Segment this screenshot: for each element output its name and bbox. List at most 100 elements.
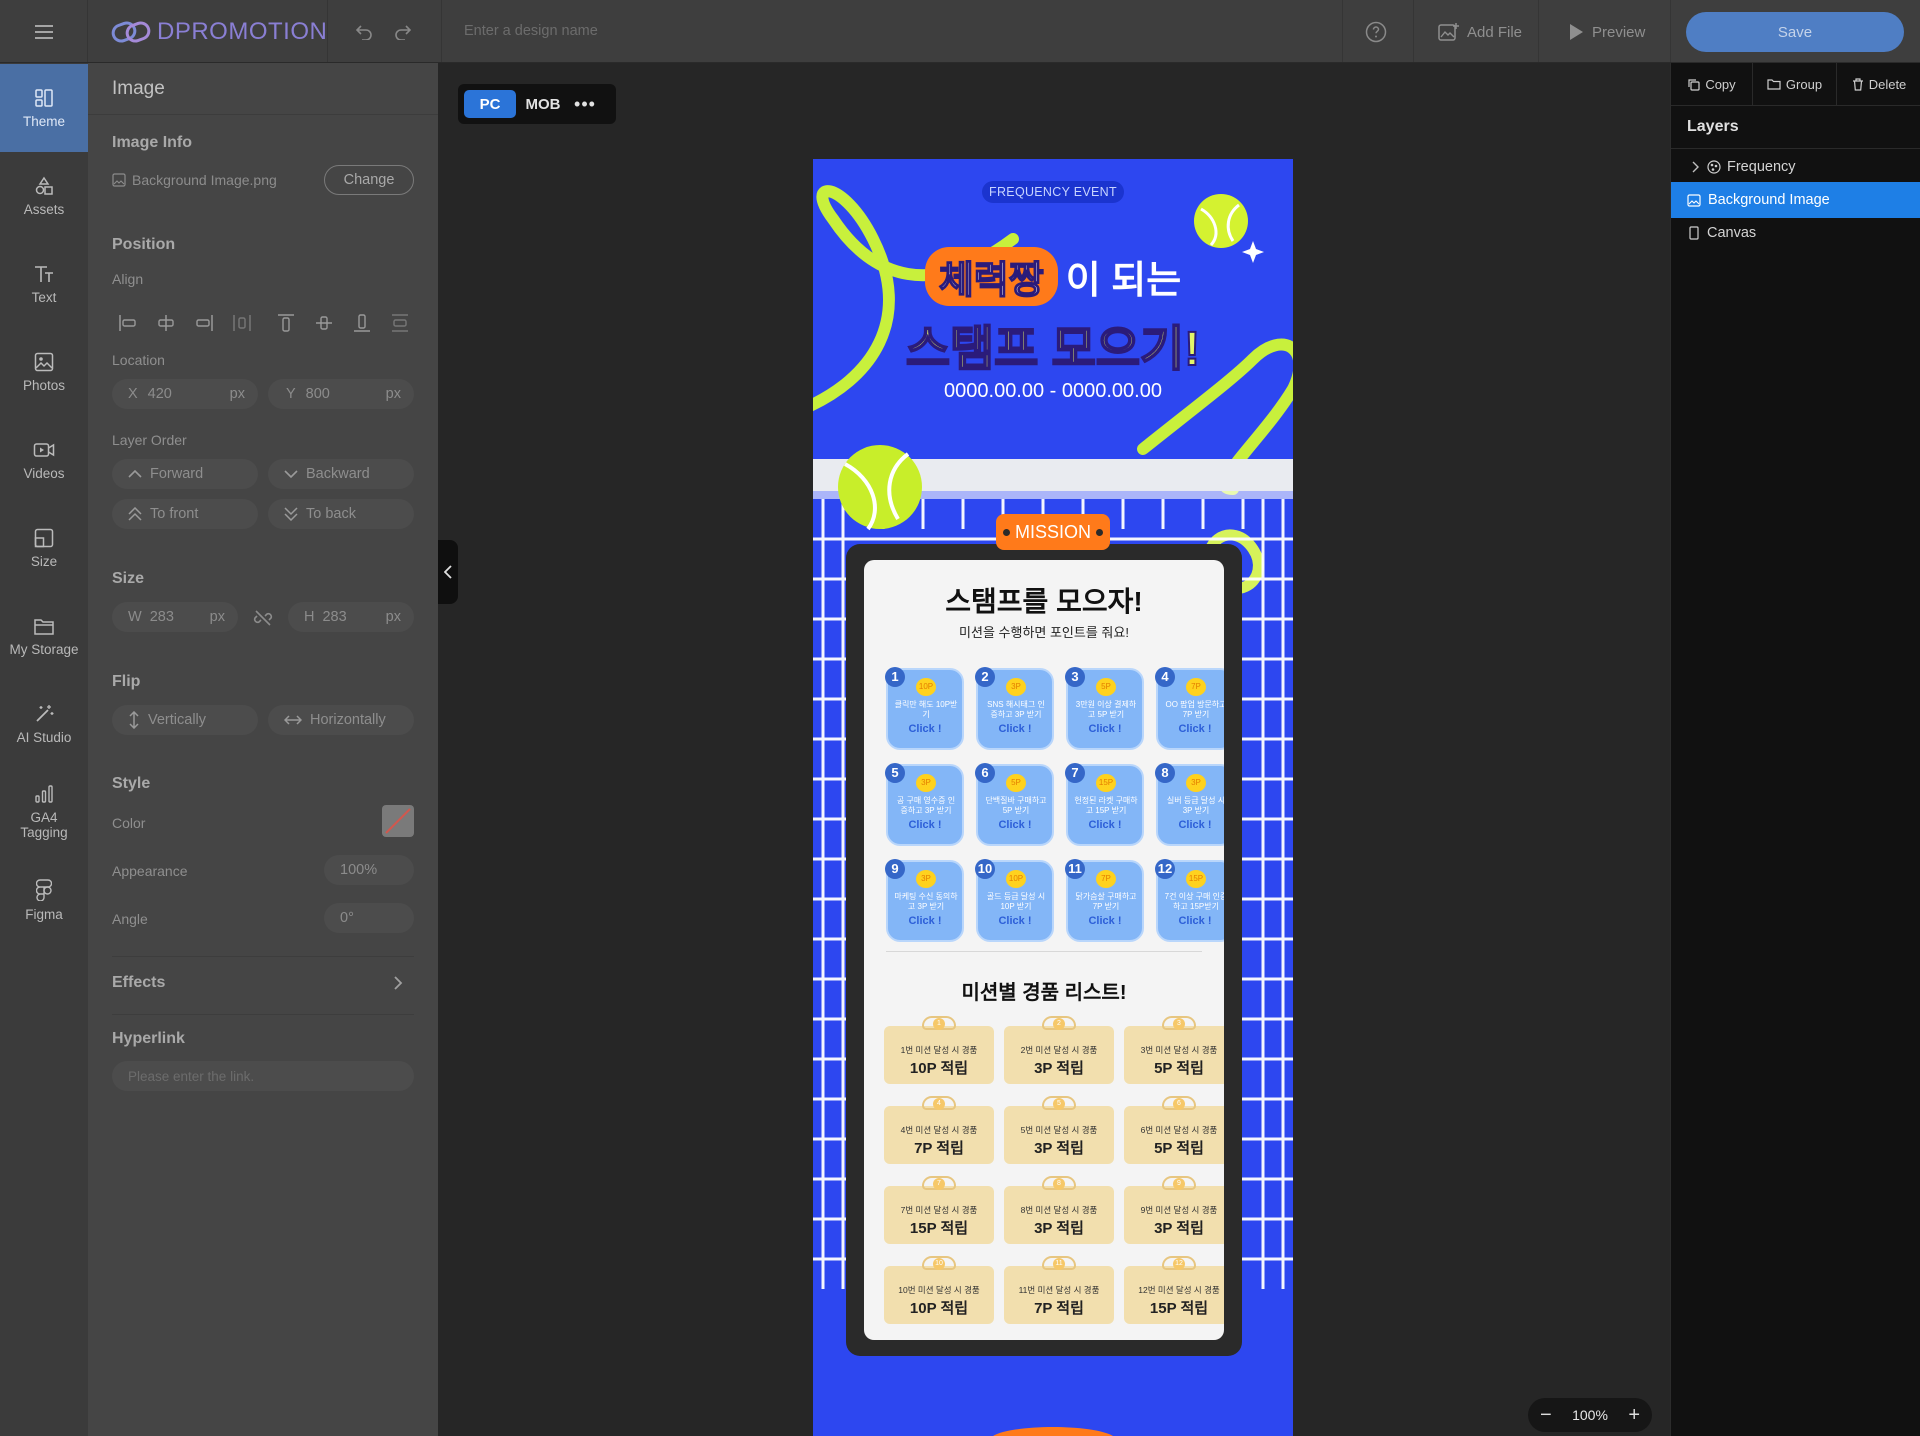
align-center-h-icon[interactable]	[154, 311, 178, 335]
mission-click[interactable]: Click !	[888, 820, 962, 831]
mob-tab[interactable]: MOB	[516, 90, 570, 118]
mission-click[interactable]: Click !	[978, 916, 1052, 927]
align-left-icon[interactable]	[116, 311, 140, 335]
nav-theme[interactable]: Theme	[0, 64, 88, 152]
mission-stamp[interactable]: 8 3P 실버 등급 달성 시 3P 받기 Click !	[1155, 763, 1224, 846]
mission-stamp[interactable]: 7 15P 헌정된 라켓 구매하고 15P 받기 Click !	[1065, 763, 1144, 846]
redo-icon[interactable]	[389, 18, 417, 46]
collapse-panel-handle[interactable]	[438, 540, 458, 604]
mission-stamp[interactable]: 10 10P 골드 등급 달성 시 10P 받기 Click !	[975, 859, 1054, 942]
mission-click[interactable]: Click !	[978, 724, 1052, 735]
distribute-v-icon[interactable]	[388, 311, 412, 335]
mission-stamp[interactable]: 9 3P 마케팅 수신 동의하고 3P 받기 Click !	[885, 859, 964, 942]
angle-input[interactable]: 0°	[324, 903, 414, 933]
mission-click[interactable]: Click !	[1158, 820, 1224, 831]
mission-stamp[interactable]: 4 7P OO 팝업 방문하고 7P 받기 Click !	[1155, 667, 1224, 750]
nav-size[interactable]: Size	[0, 504, 88, 592]
zoom-in-icon[interactable]: +	[1628, 1404, 1640, 1427]
mission-click[interactable]: Click !	[1158, 724, 1224, 735]
height-input[interactable]: H 283 px	[288, 602, 414, 632]
design-name-input[interactable]	[464, 16, 864, 46]
brand-logo[interactable]: DPROMOTION	[111, 18, 327, 46]
to-front-button[interactable]: To front	[112, 499, 258, 529]
copy-icon	[1688, 78, 1700, 91]
align-right-icon[interactable]	[192, 311, 216, 335]
effects-heading[interactable]: Effects	[112, 974, 165, 992]
pc-tab[interactable]: PC	[464, 90, 516, 118]
mission-stamp[interactable]: 3 5P 3만원 이상 결제하고 5P 받기 Click !	[1065, 667, 1144, 750]
mission-click[interactable]: Click !	[1068, 820, 1142, 831]
undo-icon[interactable]	[350, 18, 378, 46]
delete-button[interactable]: Delete	[1837, 63, 1920, 105]
mission-stamp[interactable]: 11 7P 닭가슴살 구매하고 7P 받기 Click !	[1065, 859, 1144, 942]
layer-background-image[interactable]: Background Image	[1671, 182, 1920, 218]
flip-vertically-button[interactable]: Vertically	[112, 705, 258, 735]
flip-heading: Flip	[112, 673, 141, 690]
to-back-button[interactable]: To back	[268, 499, 414, 529]
x-input[interactable]: X 420 px	[112, 379, 258, 409]
panel-title: Image	[112, 78, 165, 99]
nav-my-storage[interactable]: My Storage	[0, 592, 88, 680]
backward-button[interactable]: Backward	[268, 459, 414, 489]
nav-photos[interactable]: Photos	[0, 328, 88, 416]
point-coin: 3P	[1006, 678, 1026, 696]
layer-frequency[interactable]: Frequency	[1671, 149, 1920, 185]
align-top-icon[interactable]	[274, 311, 298, 335]
prize-points: 5P 적립	[1154, 1140, 1204, 1157]
mission-number: 1	[885, 667, 905, 687]
prize-number: 9	[1173, 1178, 1185, 1190]
mission-click[interactable]: Click !	[888, 916, 962, 927]
unlink-ratio-icon[interactable]	[250, 605, 276, 631]
mission-click[interactable]: Click !	[1068, 724, 1142, 735]
copy-button[interactable]: Copy	[1671, 63, 1753, 105]
y-input[interactable]: Y 800 px	[268, 379, 414, 409]
help-icon[interactable]	[1362, 18, 1390, 46]
add-image-icon	[1438, 23, 1459, 41]
chevron-right-icon[interactable]	[1691, 161, 1699, 173]
nav-figma[interactable]: Figma	[0, 856, 88, 944]
save-button[interactable]: Save	[1686, 12, 1904, 52]
mission-stamp[interactable]: 5 3P 공 구매 영수증 인증하고 3P 받기 Click !	[885, 763, 964, 846]
mission-number: 2	[975, 667, 995, 687]
mission-click[interactable]: Click !	[978, 820, 1052, 831]
chevron-right-icon[interactable]	[388, 973, 408, 993]
flip-horizontally-button[interactable]: Horizontally	[268, 705, 414, 735]
appearance-input[interactable]: 100%	[324, 855, 414, 885]
size-icon	[34, 528, 54, 547]
mission-stamp[interactable]: 1 10P 클릭만 해도 10P받기 Click !	[885, 667, 964, 750]
align-middle-v-icon[interactable]	[312, 311, 336, 335]
nav-videos[interactable]: Videos	[0, 416, 88, 504]
nav-assets[interactable]: Assets	[0, 152, 88, 240]
hyperlink-input[interactable]	[112, 1061, 414, 1091]
more-icon[interactable]: •••	[570, 90, 600, 118]
prize-points: 10P 적립	[909, 1300, 969, 1317]
group-button[interactable]: Group	[1753, 63, 1837, 105]
width-input[interactable]: W 283 px	[112, 602, 238, 632]
mission-stamp[interactable]: 12 15P 7건 이상 구매 인증하고 15P받기 Click !	[1155, 859, 1224, 942]
align-bottom-icon[interactable]	[350, 311, 374, 335]
zoom-out-icon[interactable]: −	[1540, 1404, 1552, 1427]
prize-title: 9번 미션 달성 시 경품	[1140, 1205, 1218, 1215]
hamburger-menu-icon[interactable]	[26, 18, 62, 46]
color-swatch-none[interactable]	[382, 805, 414, 837]
mission-desc: SNS 해시태그 인증하고 3P 받기	[987, 700, 1045, 719]
prize-card: 11 11번 미션 달성 시 경품 7P 적립	[1004, 1256, 1114, 1324]
nav-text[interactable]: Text	[0, 240, 88, 328]
mission-click[interactable]: Click !	[1068, 916, 1142, 927]
mission-stamp[interactable]: 6 5P 단백질바 구매하고 5P 받기 Click !	[975, 763, 1054, 846]
mission-click[interactable]: Click !	[888, 724, 962, 735]
point-coin: 10P	[1006, 870, 1026, 888]
mission-stamp[interactable]: 2 3P SNS 해시태그 인증하고 3P 받기 Click !	[975, 667, 1054, 750]
preview-button[interactable]: Preview	[1568, 18, 1645, 46]
change-image-button[interactable]: Change	[324, 165, 414, 195]
nav-ga4-tagging[interactable]: GA4 Tagging	[0, 768, 88, 856]
add-file-button[interactable]: Add File	[1438, 18, 1522, 46]
nav-ai-studio[interactable]: AI Studio	[0, 680, 88, 768]
mission-click[interactable]: Click !	[1158, 916, 1224, 927]
mission-desc: 3만원 이상 결제하고 5P 받기	[1075, 700, 1137, 719]
distribute-h-icon[interactable]	[230, 311, 254, 335]
layer-canvas[interactable]: Canvas	[1671, 215, 1920, 251]
forward-button[interactable]: Forward	[112, 459, 258, 489]
design-poster[interactable]: FREQUENCY EVENT 체력짱 이 되는 스탬프 모으기! 0000.0…	[813, 159, 1293, 1436]
prize-card: 4 4번 미션 달성 시 경품 7P 적립	[884, 1096, 994, 1164]
